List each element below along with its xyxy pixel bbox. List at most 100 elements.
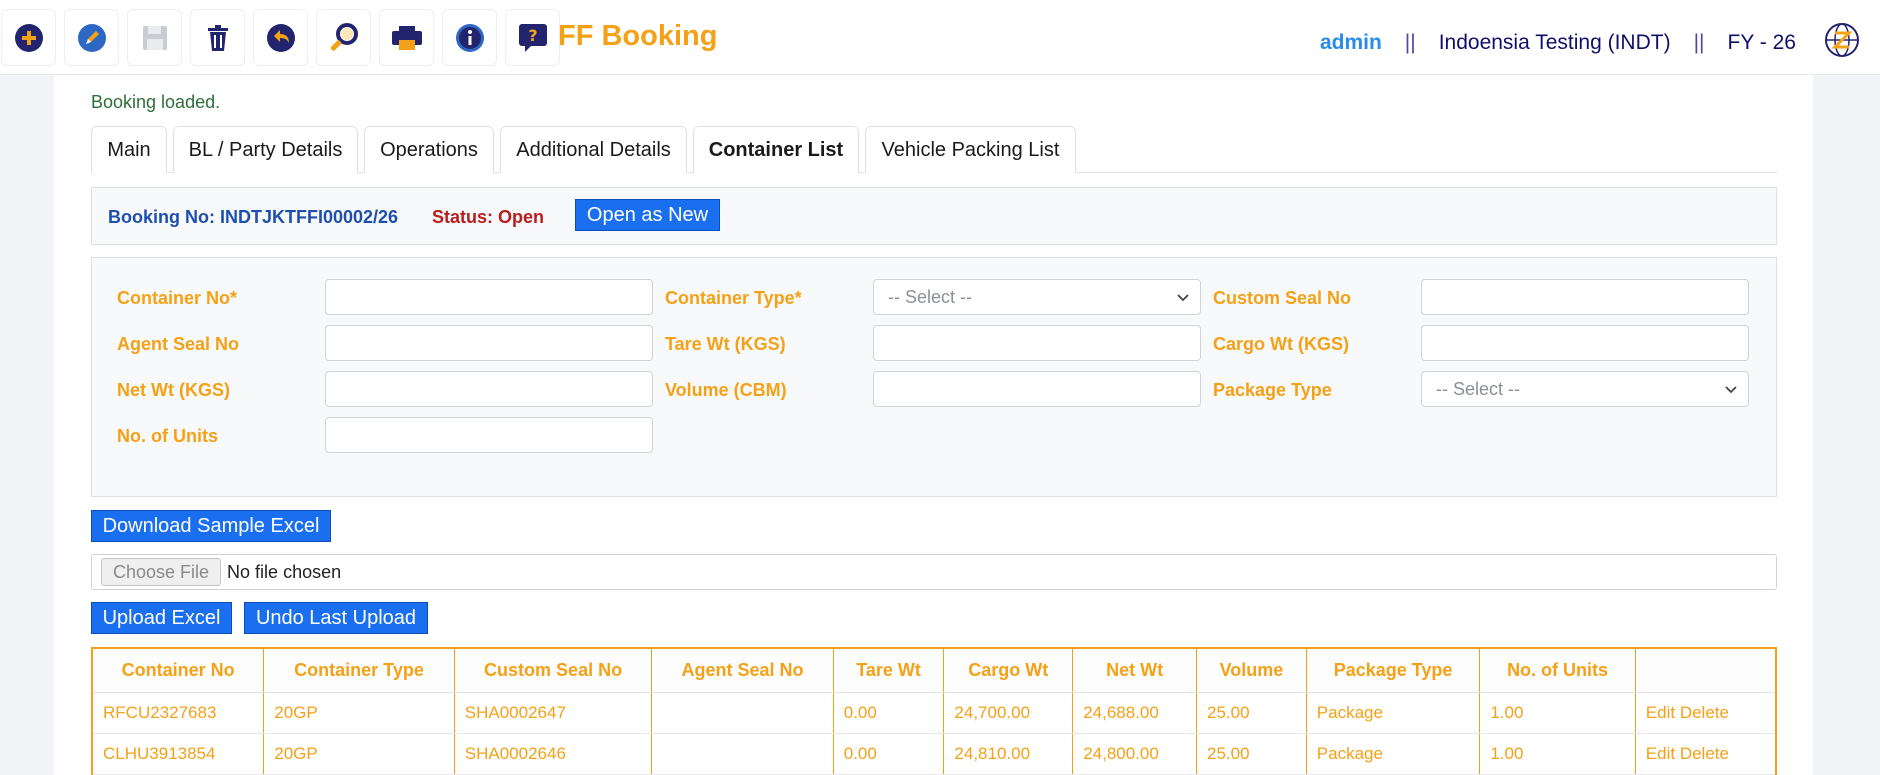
edit-link[interactable]: Edit (1646, 703, 1675, 722)
column-header[interactable]: Container Type (263, 649, 455, 693)
undo-last-upload-button[interactable]: Undo Last Upload (244, 602, 428, 634)
cell-container-type: 20GP (263, 733, 455, 775)
company-name[interactable]: Indoensia Testing (INDT) (1439, 31, 1671, 55)
globe-logo-icon[interactable] (1824, 22, 1860, 64)
cell-cargo-wt: 24,700.00 (943, 692, 1074, 734)
container-table: Container No Container Type Custom Seal … (93, 649, 1775, 775)
volume-label: Volume (CBM) (665, 380, 787, 400)
save-icon (142, 25, 167, 50)
column-header[interactable]: Agent Seal No (651, 649, 834, 693)
top-toolbar: ? FF Booking admin || Indoensia Testing … (0, 0, 1880, 75)
column-header-actions (1635, 649, 1775, 693)
cell-container-no: CLHU3913854 (93, 733, 265, 775)
main-content: Booking loaded. Main BL / Party Details … (54, 75, 1813, 775)
booking-status: Status: Open (432, 207, 545, 227)
container-type-selected: -- Select -- (888, 286, 973, 307)
file-status-text: No file chosen (227, 561, 342, 582)
agent-seal-no-input[interactable] (325, 325, 653, 361)
column-header[interactable]: Net Wt (1072, 649, 1198, 693)
svg-text:?: ? (528, 26, 537, 45)
cell-tare-wt: 0.00 (833, 733, 945, 775)
column-header[interactable]: Cargo Wt (943, 649, 1074, 693)
status-message: Booking loaded. (91, 92, 221, 112)
tab-container-list[interactable]: Container List (693, 126, 859, 174)
tab-additional-details[interactable]: Additional Details (500, 126, 687, 173)
tab-main[interactable]: Main (91, 126, 167, 173)
cell-package-type: Package (1306, 692, 1481, 734)
app-title: FF Booking (558, 20, 718, 52)
download-sample-excel-button[interactable]: Download Sample Excel (91, 510, 331, 542)
open-as-new-button[interactable]: Open as New (575, 199, 720, 231)
table-row[interactable]: RFCU2327683 20GP SHA0002647 0.00 24,700.… (93, 692, 1775, 734)
search-button[interactable] (316, 9, 371, 66)
column-header[interactable]: Tare Wt (833, 649, 945, 693)
chevron-down-icon (1177, 294, 1189, 302)
cell-container-type: 20GP (263, 692, 455, 734)
file-input[interactable]: Choose File No file chosen (91, 554, 1777, 590)
column-header[interactable]: Container No (93, 649, 265, 693)
container-no-input[interactable] (325, 279, 653, 315)
header-separator: || (1693, 31, 1705, 54)
column-header[interactable]: No. of Units (1479, 649, 1636, 693)
cell-no-of-units: 1.00 (1479, 692, 1636, 734)
delete-link[interactable]: Delete (1680, 703, 1729, 722)
header-separator: || (1404, 31, 1416, 54)
cell-net-wt: 24,800.00 (1072, 733, 1198, 775)
user-name[interactable]: admin (1320, 31, 1382, 55)
add-button[interactable] (1, 9, 56, 66)
tab-operations[interactable]: Operations (364, 126, 494, 173)
column-header[interactable]: Volume (1196, 649, 1307, 693)
save-button[interactable] (127, 9, 182, 66)
upload-excel-button[interactable]: Upload Excel (91, 602, 232, 634)
container-grid: Container No Container Type Custom Seal … (91, 647, 1777, 775)
info-button[interactable] (442, 9, 497, 66)
undo-button[interactable] (253, 9, 308, 66)
custom-seal-no-label: Custom Seal No (1213, 288, 1352, 308)
net-wt-input[interactable] (325, 371, 653, 407)
agent-seal-no-label: Agent Seal No (117, 334, 240, 354)
tab-bar: Main BL / Party Details Operations Addit… (91, 126, 1777, 174)
edit-link[interactable]: Edit (1646, 744, 1675, 763)
no-of-units-input[interactable] (325, 417, 653, 453)
info-icon (455, 23, 484, 52)
edit-icon (77, 23, 106, 52)
undo-icon (266, 23, 295, 52)
volume-input[interactable] (873, 371, 1201, 407)
cell-cargo-wt: 24,810.00 (943, 733, 1074, 775)
no-of-units-label: No. of Units (117, 426, 218, 446)
column-header[interactable]: Custom Seal No (454, 649, 653, 693)
container-type-label: Container Type* (665, 288, 802, 308)
column-header[interactable]: Package Type (1306, 649, 1481, 693)
cargo-wt-input[interactable] (1421, 325, 1749, 361)
cell-custom-seal-no: SHA0002646 (454, 733, 653, 775)
delete-button[interactable] (190, 9, 245, 66)
cell-net-wt: 24,688.00 (1072, 692, 1198, 734)
print-button[interactable] (379, 9, 434, 66)
help-icon: ? (518, 23, 547, 52)
edit-button[interactable] (64, 9, 119, 66)
cell-volume: 25.00 (1196, 733, 1307, 775)
table-row[interactable]: CLHU3913854 20GP SHA0002646 0.00 24,810.… (93, 733, 1775, 775)
cargo-wt-label: Cargo Wt (KGS) (1213, 334, 1349, 354)
help-button[interactable]: ? (505, 9, 560, 66)
cell-volume: 25.00 (1196, 692, 1307, 734)
search-icon (330, 22, 358, 51)
tare-wt-input[interactable] (873, 325, 1201, 361)
financial-year[interactable]: FY - 26 (1728, 31, 1796, 55)
custom-seal-no-input[interactable] (1421, 279, 1749, 315)
net-wt-label: Net Wt (KGS) (117, 380, 230, 400)
package-type-label: Package Type (1213, 380, 1332, 400)
table-header-row: Container No Container Type Custom Seal … (93, 649, 1775, 693)
cell-container-no: RFCU2327683 (93, 692, 265, 734)
choose-file-button[interactable]: Choose File (101, 558, 222, 586)
container-type-select[interactable]: -- Select -- (873, 279, 1201, 315)
tab-vehicle-packing-list[interactable]: Vehicle Packing List (865, 126, 1076, 173)
cell-tare-wt: 0.00 (833, 692, 945, 734)
header-user-info: admin || Indoensia Testing (INDT) || FY … (1320, 22, 1860, 64)
delete-link[interactable]: Delete (1680, 744, 1729, 763)
package-type-selected: -- Select -- (1436, 378, 1521, 399)
tab-bl-party-details[interactable]: BL / Party Details (173, 126, 358, 173)
booking-number: Booking No: INDTJKTFFI00002/26 (108, 207, 399, 227)
booking-info-bar: Booking No: INDTJKTFFI00002/26 Status: O… (91, 187, 1777, 245)
package-type-select[interactable]: -- Select -- (1421, 371, 1749, 407)
